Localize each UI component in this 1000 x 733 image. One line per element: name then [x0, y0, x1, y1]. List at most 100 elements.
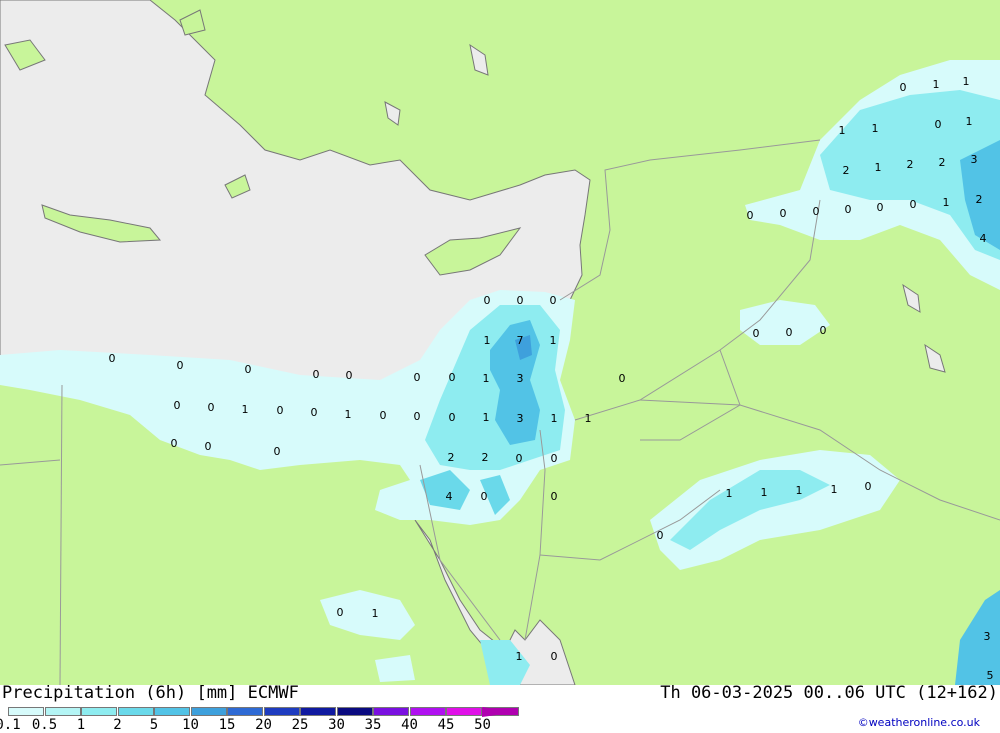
- legend-swatch: [190, 707, 227, 716]
- value-label: 3: [517, 412, 524, 425]
- legend-swatch: [336, 707, 373, 716]
- value-label: 0: [813, 205, 820, 218]
- legend-label: 10: [182, 717, 199, 733]
- value-label: 0: [780, 207, 787, 220]
- value-label: 1: [345, 408, 352, 421]
- value-label: 0: [414, 410, 421, 423]
- valid-time: Th 06-03-2025 00..06 UTC (12+162): [660, 683, 998, 703]
- legend-label: 50: [474, 717, 491, 733]
- map-title: Precipitation (6h) [mm] ECMWF: [2, 683, 299, 703]
- legend-label: 2: [113, 717, 122, 733]
- value-label: 4: [980, 232, 987, 245]
- value-label: 1: [966, 115, 973, 128]
- value-label: 3: [984, 630, 991, 643]
- value-label: 0: [449, 371, 456, 384]
- credit-link[interactable]: ©weatheronline.co.uk: [858, 716, 980, 729]
- value-label: 0: [109, 352, 116, 365]
- value-label: 1: [484, 334, 491, 347]
- value-label: 0: [865, 480, 872, 493]
- value-label: 2: [448, 451, 455, 464]
- value-label: 1: [551, 412, 558, 425]
- legend-arrow: [482, 707, 518, 717]
- value-label: 0: [747, 209, 754, 222]
- value-label: 0: [517, 294, 524, 307]
- value-label: 3: [517, 372, 524, 385]
- value-label: 0: [337, 606, 344, 619]
- legend-swatch: [446, 707, 482, 716]
- value-label: 0: [551, 452, 558, 465]
- value-label: 2: [482, 451, 489, 464]
- value-label: 0: [820, 324, 827, 337]
- legend-label: 45: [437, 717, 455, 733]
- legend-swatch: [117, 707, 154, 716]
- value-label: 1: [726, 487, 733, 500]
- value-label: 1: [963, 75, 970, 88]
- legend-swatch: [409, 707, 446, 716]
- value-label: 0: [900, 81, 907, 94]
- value-label: 0: [481, 490, 488, 503]
- legend-label: 35: [364, 717, 382, 733]
- legend-swatch: [81, 707, 117, 716]
- legend-swatch: [154, 707, 190, 716]
- value-label: 0: [449, 411, 456, 424]
- legend-label: 20: [255, 717, 272, 733]
- legend-label: 0.1: [0, 717, 21, 733]
- value-label: 0: [877, 201, 884, 214]
- value-label: 0: [313, 368, 320, 381]
- value-label: 0: [753, 327, 760, 340]
- value-label: 0: [208, 401, 215, 414]
- value-label: 0: [845, 203, 852, 216]
- precipitation-map: 0 0 0 1 7 1 0 0 0 0 0 0 0 1 3 0 0 0 1 0 …: [0, 0, 1000, 685]
- value-label: 0: [171, 437, 178, 450]
- value-label: 1: [516, 650, 523, 663]
- legend-label: 25: [291, 717, 309, 733]
- value-label: 1: [585, 412, 592, 425]
- color-legend: [8, 707, 520, 717]
- legend-swatch: [263, 707, 300, 716]
- value-label: 0: [346, 369, 353, 382]
- value-label: 0: [277, 404, 284, 417]
- value-label: 0: [786, 326, 793, 339]
- value-label: 1: [943, 196, 950, 209]
- legend-label: 1: [76, 717, 86, 733]
- value-label: 0: [414, 371, 421, 384]
- value-label: 1: [483, 411, 490, 424]
- value-label: 2: [843, 164, 850, 177]
- value-label: 3: [971, 153, 978, 166]
- value-label: 0: [380, 409, 387, 422]
- value-label: 2: [976, 193, 983, 206]
- value-label: 1: [761, 486, 768, 499]
- value-label: 2: [907, 158, 914, 171]
- value-label: 5: [987, 669, 994, 682]
- value-label: 0: [551, 490, 558, 503]
- value-label: 0: [657, 529, 664, 542]
- value-label: 0: [516, 452, 523, 465]
- value-label: 1: [875, 161, 882, 174]
- value-label: 0: [174, 399, 181, 412]
- legend-label: 40: [401, 717, 418, 733]
- legend-label: 15: [218, 717, 236, 733]
- value-label: 0: [177, 359, 184, 372]
- value-label: 7: [517, 334, 524, 347]
- value-label: 0: [274, 445, 281, 458]
- value-label: 1: [831, 483, 838, 496]
- value-label: 1: [796, 484, 803, 497]
- value-label: 1: [242, 403, 249, 416]
- value-label: 0: [935, 118, 942, 131]
- legend-swatch: [373, 707, 409, 716]
- value-label: 4: [446, 490, 453, 503]
- legend-label: 0.5: [31, 717, 58, 733]
- value-label: 1: [872, 122, 879, 135]
- legend-label: 5: [149, 717, 159, 733]
- value-label: 1: [933, 78, 940, 91]
- value-label: 0: [311, 406, 318, 419]
- value-label: 1: [372, 607, 379, 620]
- legend-swatch: [44, 707, 81, 716]
- value-label: 0: [550, 294, 557, 307]
- legend-label: 30: [328, 717, 345, 733]
- value-label: 0: [245, 363, 252, 376]
- legend-swatch: [227, 707, 263, 716]
- value-label: 1: [550, 334, 557, 347]
- value-label: 1: [483, 372, 490, 385]
- value-label: 1: [839, 124, 846, 137]
